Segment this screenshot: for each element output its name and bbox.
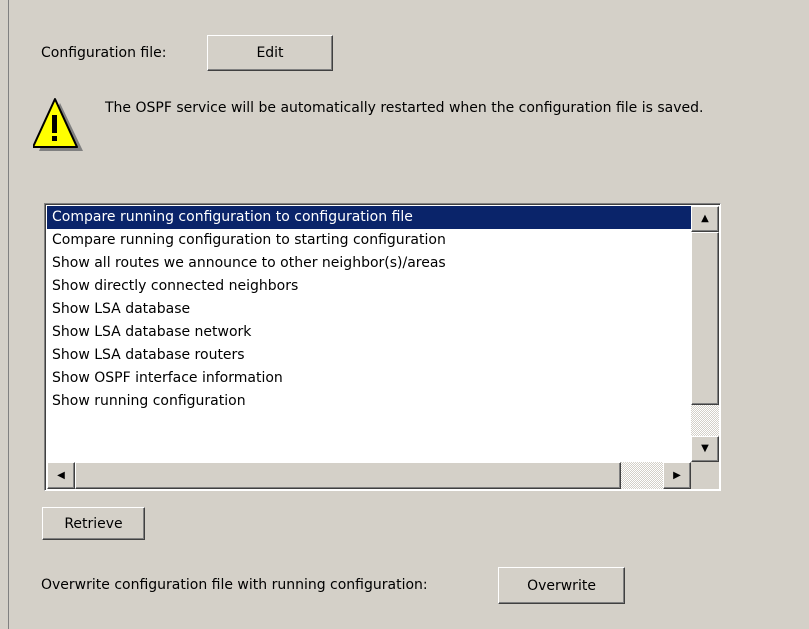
horizontal-scrollbar[interactable]: ◀ ▶ [47, 462, 691, 489]
command-list: Compare running configuration to configu… [47, 206, 702, 413]
command-list-item[interactable]: Show LSA database routers [47, 344, 702, 367]
arrow-right-icon[interactable]: ▶ [663, 462, 691, 489]
command-list-item[interactable]: Compare running configuration to startin… [47, 229, 702, 252]
command-list-item[interactable]: Show LSA database network [47, 321, 702, 344]
vertical-scrollbar[interactable]: ▲ ▼ [691, 206, 719, 462]
command-list-item[interactable]: Show all routes we announce to other nei… [47, 252, 702, 275]
command-list-item[interactable]: Compare running configuration to configu… [47, 206, 702, 229]
config-file-label: Configuration file: [41, 45, 167, 61]
command-list-item[interactable]: Show OSPF interface information [47, 367, 702, 390]
command-list-item[interactable]: Show running configuration [47, 390, 702, 413]
edit-button[interactable]: Edit [207, 35, 333, 71]
arrow-down-icon[interactable]: ▼ [691, 436, 719, 462]
scroll-thumb-horizontal[interactable] [75, 462, 621, 489]
command-list-item[interactable]: Show directly connected neighbors [47, 275, 702, 298]
overwrite-button[interactable]: Overwrite [498, 567, 625, 604]
overwrite-label: Overwrite configuration file with runnin… [41, 577, 428, 593]
command-list-item[interactable]: Show LSA database [47, 298, 702, 321]
warning-icon [33, 98, 83, 151]
retrieve-button[interactable]: Retrieve [42, 507, 145, 540]
scroll-thumb[interactable] [691, 232, 719, 405]
arrow-left-icon[interactable]: ◀ [47, 462, 75, 489]
restart-warning-text: The OSPF service will be automatically r… [105, 100, 704, 116]
scrollbar-corner [691, 462, 719, 489]
arrow-up-icon[interactable]: ▲ [691, 206, 719, 232]
command-listbox[interactable]: Compare running configuration to configu… [44, 203, 721, 491]
